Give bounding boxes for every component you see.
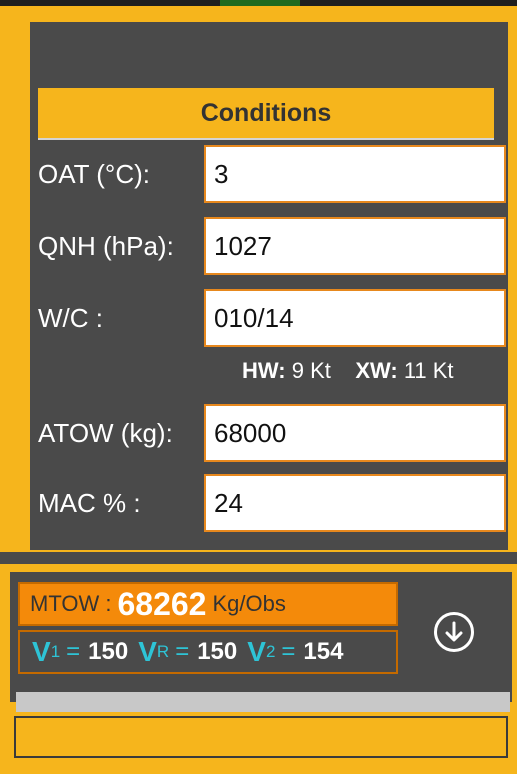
mtow-unit: Kg/Obs	[212, 591, 286, 616]
vr-label: V	[138, 636, 157, 667]
vr-subscript: R	[156, 642, 170, 661]
mtow-result: MTOW : 68262 Kg/Obs	[18, 582, 398, 626]
speeds-result: V1 = 150 VR = 150 V2 = 154	[18, 630, 398, 674]
v1-label: V	[32, 636, 51, 667]
wc-input[interactable]: 010/14	[204, 289, 506, 347]
wind-components: HW: 9 Kt XW: 11 Kt	[242, 358, 492, 390]
hw-label: HW:	[242, 358, 286, 383]
section-divider	[0, 552, 517, 564]
atow-label: ATOW (kg):	[38, 418, 173, 448]
vr-equals: =	[175, 638, 190, 665]
qnh-input[interactable]: 1027	[204, 217, 506, 275]
bottom-panel	[14, 716, 508, 758]
hw-value: 9 Kt	[291, 358, 331, 383]
mac-input[interactable]: 24	[204, 474, 506, 532]
mac-label: MAC % :	[38, 488, 141, 518]
v1-equals: =	[66, 638, 81, 665]
mtow-value: 68262	[117, 585, 207, 622]
conditions-title: Conditions	[38, 88, 494, 140]
v2-value: 154	[303, 638, 344, 665]
mac-row: MAC % : 24	[38, 474, 506, 532]
v2-equals: =	[281, 638, 296, 665]
xw-value: 11 Kt	[403, 358, 454, 383]
wc-label: W/C :	[38, 303, 103, 333]
xw-label: XW:	[355, 358, 398, 383]
atow-input[interactable]: 68000	[204, 404, 506, 462]
top-status-strip-accent	[220, 0, 300, 6]
oat-input[interactable]: 3	[204, 145, 506, 203]
v1-value: 150	[88, 638, 129, 665]
oat-row: OAT (°C): 3	[38, 145, 506, 203]
v2-label: V	[247, 636, 266, 667]
arrow-down-circle-icon	[445, 621, 463, 642]
top-status-strip	[0, 0, 517, 6]
qnh-row: QNH (hPa): 1027	[38, 217, 506, 275]
download-button[interactable]	[434, 612, 474, 652]
qnh-label: QNH (hPa):	[38, 231, 174, 261]
atow-row: ATOW (kg): 68000	[38, 404, 506, 462]
mtow-label: MTOW :	[30, 591, 112, 616]
v2-subscript: 2	[265, 642, 276, 661]
oat-label: OAT (°C):	[38, 159, 150, 189]
wc-row: W/C : 010/14	[38, 289, 506, 347]
v1-subscript: 1	[50, 642, 61, 661]
progress-track	[16, 692, 510, 712]
vr-value: 150	[197, 638, 238, 665]
